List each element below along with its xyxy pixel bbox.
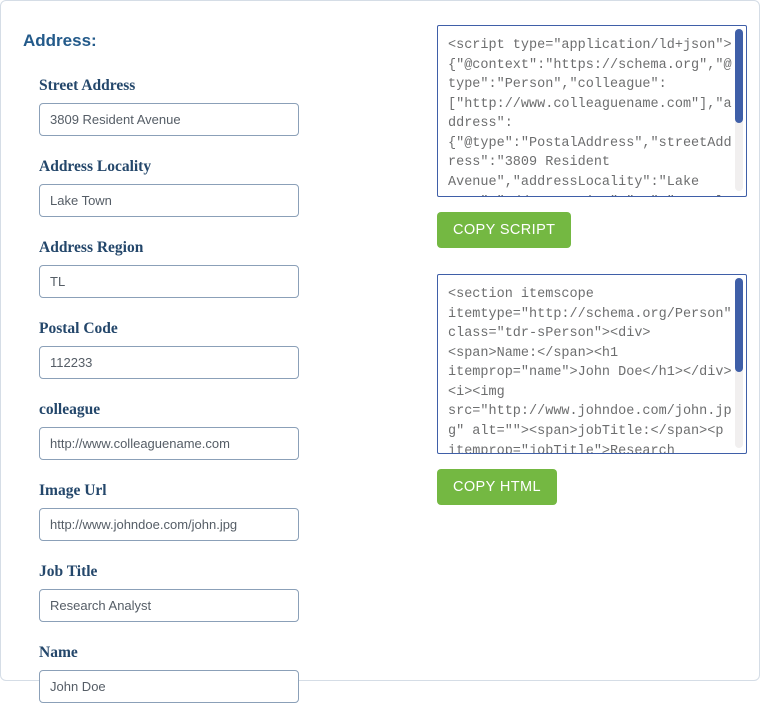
copy-script-button[interactable]: COPY SCRIPT xyxy=(437,212,571,248)
field-address-locality: Address Locality xyxy=(39,158,299,217)
input-image-url[interactable] xyxy=(39,508,299,541)
field-colleague: colleague xyxy=(39,401,299,460)
input-postal-code[interactable] xyxy=(39,346,299,379)
scrollbar-track xyxy=(735,278,743,448)
script-output-textarea[interactable] xyxy=(437,25,747,197)
input-address-locality[interactable] xyxy=(39,184,299,217)
label-name: Name xyxy=(39,644,299,662)
field-image-url: Image Url xyxy=(39,482,299,541)
html-output-wrap xyxy=(437,274,747,459)
section-heading-address: Address: xyxy=(23,31,427,51)
copy-html-button[interactable]: COPY HTML xyxy=(437,469,557,505)
label-address-region: Address Region xyxy=(39,239,299,257)
input-job-title[interactable] xyxy=(39,589,299,622)
scrollbar-thumb[interactable] xyxy=(735,278,743,372)
label-job-title: Job Title xyxy=(39,563,299,581)
script-output-wrap xyxy=(437,25,747,202)
html-output-textarea[interactable] xyxy=(437,274,747,454)
input-colleague[interactable] xyxy=(39,427,299,460)
label-colleague: colleague xyxy=(39,401,299,419)
form-panel: Address: Street Address Address Locality… xyxy=(0,0,760,681)
input-name[interactable] xyxy=(39,670,299,703)
field-postal-code: Postal Code xyxy=(39,320,299,379)
label-postal-code: Postal Code xyxy=(39,320,299,338)
field-job-title: Job Title xyxy=(39,563,299,622)
label-image-url: Image Url xyxy=(39,482,299,500)
input-street-address[interactable] xyxy=(39,103,299,136)
label-address-locality: Address Locality xyxy=(39,158,299,176)
output-panel: COPY SCRIPT COPY HTML xyxy=(437,7,753,680)
scrollbar-thumb[interactable] xyxy=(735,29,743,123)
field-address-region: Address Region xyxy=(39,239,299,298)
field-name: Name xyxy=(39,644,299,703)
address-form: Address: Street Address Address Locality… xyxy=(7,7,437,680)
label-street-address: Street Address xyxy=(39,77,299,95)
scrollbar-track xyxy=(735,29,743,191)
input-address-region[interactable] xyxy=(39,265,299,298)
field-street-address: Street Address xyxy=(39,77,299,136)
